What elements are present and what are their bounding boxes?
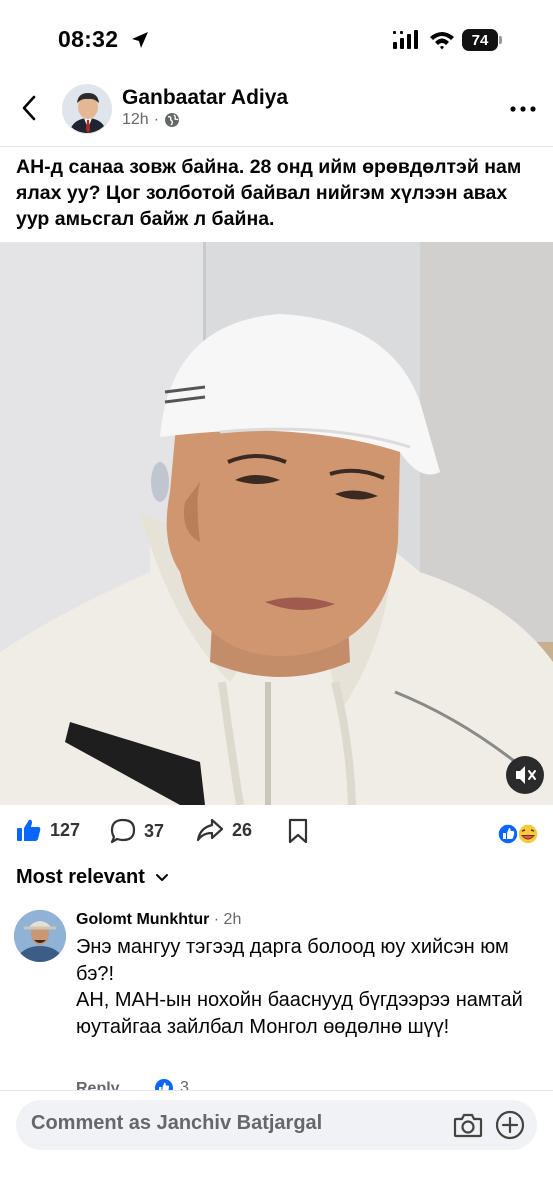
- chevron-down-icon: [155, 873, 168, 881]
- share-count: 26: [232, 819, 253, 840]
- sort-label: Most relevant: [16, 866, 145, 888]
- battery-indicator: 74: [462, 29, 502, 51]
- comment-text: Энэ мангуу тэгээд дарга болоод юу хийсэн…: [76, 936, 523, 1038]
- add-attachment-icon[interactable]: [495, 1110, 525, 1140]
- sort-comments-dropdown[interactable]: Most relevant: [16, 866, 169, 889]
- thumbs-up-icon: [17, 819, 41, 841]
- battery-level: 74: [471, 32, 489, 49]
- reaction-summary-icons[interactable]: [497, 822, 541, 846]
- author-avatar[interactable]: [62, 84, 112, 134]
- mute-button[interactable]: [506, 756, 544, 794]
- bookmark-icon: [288, 818, 308, 844]
- like-count: 127: [50, 819, 81, 840]
- comment-author[interactable]: Golomt Munkhtur: [76, 911, 209, 928]
- status-bar: 08:32 74: [0, 0, 553, 82]
- post-video[interactable]: [0, 242, 553, 805]
- post-text: АН-д санаа зовж байна. 28 онд ийм өрөвдө…: [16, 156, 522, 230]
- save-button[interactable]: [287, 818, 309, 844]
- status-time: 08:32: [58, 26, 119, 52]
- globe-icon: [165, 113, 180, 127]
- wifi-icon: [430, 32, 454, 50]
- post-time: 12h: [122, 111, 149, 128]
- camera-icon[interactable]: [453, 1111, 483, 1139]
- comment-time-separator: ·: [213, 911, 224, 928]
- header-divider: [0, 146, 553, 147]
- comment-input[interactable]: Comment as Janchiv Batjargal: [31, 1112, 322, 1135]
- back-icon[interactable]: [18, 94, 42, 122]
- comment-icon: [110, 818, 136, 844]
- comment-time: 2h: [223, 911, 242, 928]
- comment-author-line: Golomt Munkhtur · 2h: [76, 911, 241, 929]
- location-arrow-icon: [132, 32, 148, 48]
- post-meta: 12h ·: [122, 111, 180, 129]
- author-name[interactable]: Ganbaatar Adiya: [122, 86, 288, 110]
- like-button[interactable]: 127: [16, 818, 80, 842]
- speaker-muted-icon: [516, 766, 536, 784]
- share-button[interactable]: 26: [196, 818, 252, 842]
- share-icon: [196, 818, 224, 842]
- cellular-signal-icon: [393, 30, 418, 49]
- commenter-avatar[interactable]: [14, 910, 66, 962]
- comment-button[interactable]: 37: [110, 818, 164, 844]
- comment-count: 37: [144, 820, 165, 841]
- post-actions: 127 37 26: [0, 814, 553, 854]
- dot-separator: ·: [153, 111, 160, 128]
- more-options-icon[interactable]: [508, 104, 538, 114]
- post-header: Ganbaatar Adiya 12h ·: [0, 82, 553, 140]
- comment-composer[interactable]: Comment as Janchiv Batjargal: [16, 1100, 537, 1150]
